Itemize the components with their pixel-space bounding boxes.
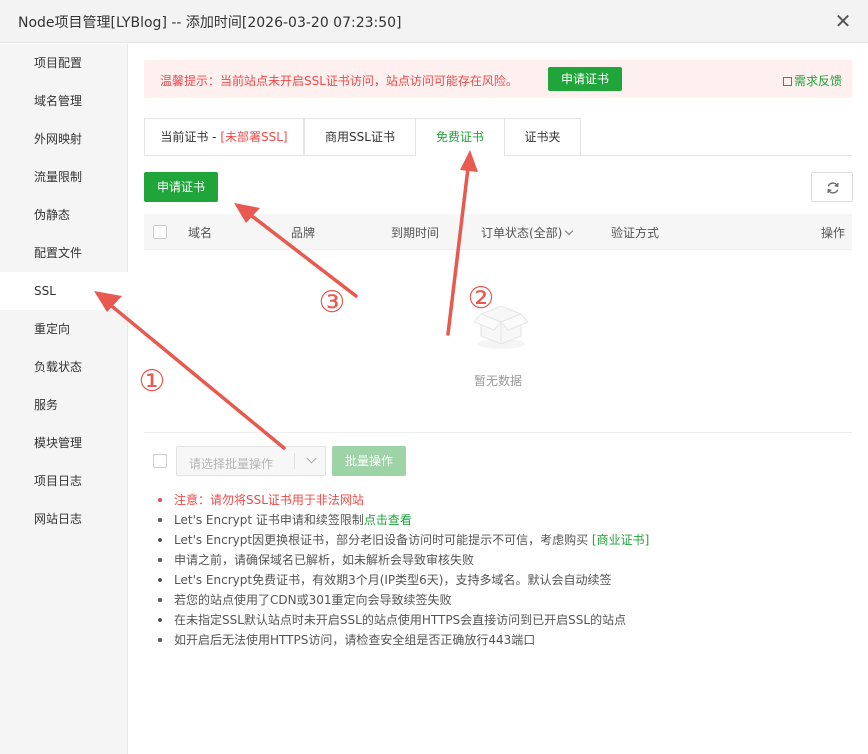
tab-current-cert-status: [未部署SSL] [220, 130, 288, 144]
col-order-status-label: 订单状态(全部) [481, 226, 563, 240]
tip-item: 申请之前，请确保域名已解析，如未解析会导致审核失败 [158, 550, 649, 570]
main-panel: 温馨提示：当前站点未开启SSL证书访问，站点访问可能存在风险。 申请证书 需求反… [128, 44, 868, 754]
sidebar-item-load-status[interactable]: 负载状态 [0, 348, 128, 386]
tab-commercial-ssl[interactable]: 商用SSL证书 [304, 118, 416, 156]
col-order-status-filter[interactable]: 订单状态(全部) [481, 224, 574, 241]
refresh-icon [827, 182, 839, 194]
sidebar-item-ssl[interactable]: SSL [0, 272, 128, 310]
sidebar-item-service[interactable]: 服务 [0, 386, 128, 424]
tips-list: 注意：请勿将SSL证书用于非法网站 Let's Encrypt 证书申请和续签限… [158, 490, 649, 650]
feedback-icon [782, 77, 792, 86]
sidebar-item-domain[interactable]: 域名管理 [0, 82, 128, 120]
feedback-link[interactable]: 需求反馈 [782, 72, 842, 89]
select-separator [294, 453, 295, 469]
title-bar: Node项目管理[LYBlog] -- 添加时间[2026-03-20 07:2… [0, 0, 868, 43]
col-brand: 品牌 [291, 226, 316, 240]
refresh-button[interactable] [811, 172, 853, 202]
chevron-down-icon [306, 453, 317, 464]
tab-free-cert[interactable]: 免费证书 [415, 118, 505, 157]
tip-item: Let's Encrypt 证书申请和续签限制点击查看 [158, 510, 649, 530]
tip-item: 在未指定SSL默认站点时未开启SSL的站点使用HTTPS会直接访问到已开启SSL… [158, 610, 649, 630]
col-verification: 验证方式 [611, 226, 660, 240]
batch-operation-select[interactable]: 请选择批量操作 [176, 446, 326, 476]
tip-item: Let's Encrypt因更换根证书，部分老旧设备访问时可能提示不可信，考虑购… [158, 530, 649, 550]
batch-select-placeholder: 请选择批量操作 [189, 457, 274, 471]
col-expiry: 到期时间 [391, 226, 440, 240]
tip-item: Let's Encrypt免费证书，有效期3个月(IP类型6天)，支持多域名。默… [158, 570, 649, 590]
tip-item: 若您的站点使用了CDN或301重定向会导致续签失败 [158, 590, 649, 610]
chevron-down-icon [565, 226, 574, 236]
tip-text: Let's Encrypt 证书申请和续签限制 [174, 513, 364, 527]
tab-current-cert-label: 当前证书 - [160, 130, 221, 144]
col-actions: 操作 [821, 226, 846, 240]
apply-cert-button[interactable]: 申请证书 [144, 172, 218, 202]
sidebar-item-site-log[interactable]: 网站日志 [0, 500, 128, 538]
alert-apply-button[interactable]: 申请证书 [548, 67, 622, 91]
tip-text: Let's Encrypt因更换根证书，部分老旧设备访问时可能提示不可信，考虑购… [174, 533, 592, 547]
sidebar-item-traffic-limit[interactable]: 流量限制 [0, 158, 128, 196]
sidebar-item-rewrite[interactable]: 伪静态 [0, 196, 128, 234]
alert-text: 温馨提示：当前站点未开启SSL证书访问，站点访问可能存在风险。 [160, 74, 518, 88]
col-domain: 域名 [188, 226, 213, 240]
close-icon[interactable]: ✕ [832, 10, 854, 32]
feedback-label: 需求反馈 [793, 74, 842, 88]
empty-text: 暂无数据 [473, 374, 522, 388]
empty-box-icon [473, 305, 529, 349]
batch-operation-button[interactable]: 批量操作 [332, 446, 406, 476]
commercial-cert-link[interactable]: [商业证书] [592, 533, 649, 547]
select-all-checkbox[interactable] [153, 225, 167, 239]
tab-cert-folder[interactable]: 证书夹 [504, 118, 581, 156]
sidebar-item-project-config[interactable]: 项目配置 [0, 44, 128, 82]
sidebar-item-modules[interactable]: 模块管理 [0, 424, 128, 462]
ssl-warning-alert: 温馨提示：当前站点未开启SSL证书访问，站点访问可能存在风险。 申请证书 需求反… [144, 60, 852, 98]
rate-limit-link[interactable]: 点击查看 [364, 513, 412, 527]
sidebar-item-project-log[interactable]: 项目日志 [0, 462, 128, 500]
sidebar-item-external-mapping[interactable]: 外网映射 [0, 120, 128, 158]
sidebar-item-config-file[interactable]: 配置文件 [0, 234, 128, 272]
sidebar: 项目配置 域名管理 外网映射 流量限制 伪静态 配置文件 SSL 重定向 负载状… [0, 44, 128, 754]
ssl-tabs: 当前证书 - [未部署SSL] 商用SSL证书 免费证书 证书夹 [144, 118, 852, 157]
sidebar-item-redirect[interactable]: 重定向 [0, 310, 128, 348]
window-title: Node项目管理[LYBlog] -- 添加时间[2026-03-20 07:2… [18, 15, 402, 31]
divider [144, 432, 852, 433]
tip-warning: 注意：请勿将SSL证书用于非法网站 [158, 490, 649, 510]
table-header: 域名 品牌 到期时间 订单状态(全部) 验证方式 操作 [144, 214, 852, 250]
tab-current-cert[interactable]: 当前证书 - [未部署SSL] [144, 118, 304, 156]
batch-checkbox[interactable] [153, 454, 167, 468]
tip-item: 如开启后无法使用HTTPS访问，请检查安全组是否正确放行443端口 [158, 630, 649, 650]
